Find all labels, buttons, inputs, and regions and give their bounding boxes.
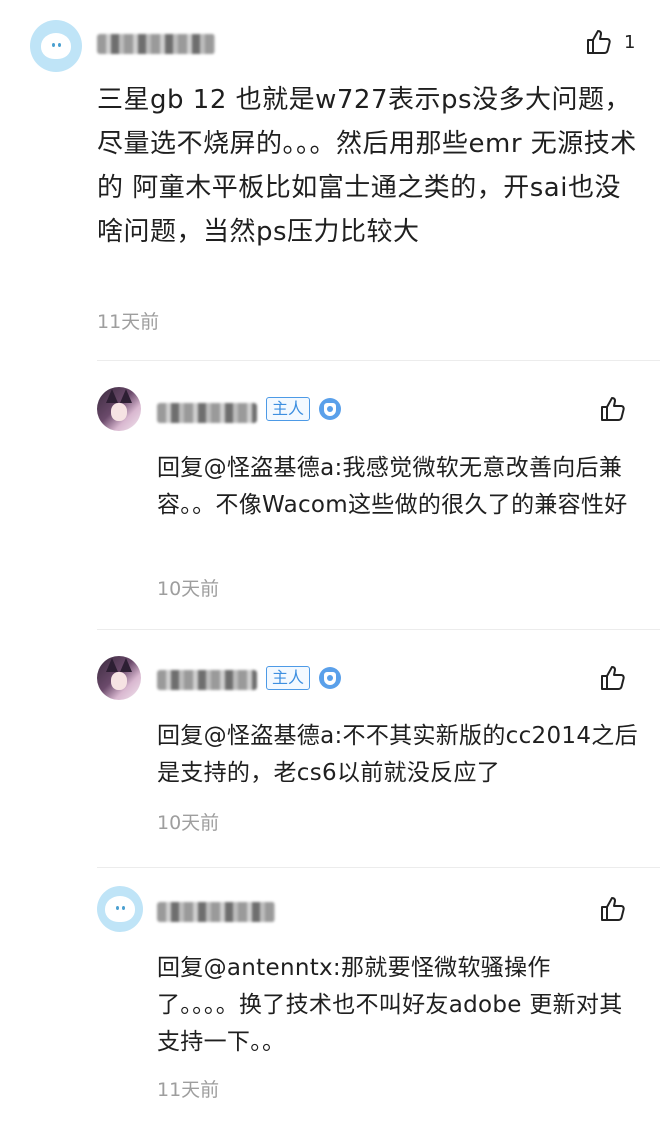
username-blurred[interactable]	[157, 670, 257, 690]
timestamp: 10天前	[157, 812, 220, 834]
like-button[interactable]	[598, 663, 628, 693]
avatar[interactable]	[97, 886, 143, 932]
avatar[interactable]	[97, 656, 141, 700]
reply-text: 回复@antenntx:那就要怪微软骚操作了。。。。换了技术也不叫好友adobe…	[157, 955, 623, 1055]
like-button[interactable]	[598, 394, 628, 424]
username-blurred[interactable]	[157, 902, 275, 922]
verified-shield-icon	[319, 398, 341, 420]
comment-text: 三星gb 12 也就是w727表示ps没多大问题，尽量选不烧屏的。。。然后用那些…	[97, 85, 637, 247]
thumbs-up-icon	[601, 397, 625, 421]
timestamp: 11天前	[97, 311, 160, 333]
verified-shield-icon	[319, 667, 341, 689]
like-count: 1	[624, 31, 636, 53]
timestamp: 10天前	[157, 578, 220, 600]
reply-text: 回复@怪盗基德a:不不其实新版的cc2014之后是支持的，老cs6以前就没反应了	[157, 723, 638, 786]
main-comment: 1 三星gb 12 也就是w727表示ps没多大问题，尽量选不烧屏的。。。然后用…	[0, 0, 660, 360]
bird-face-icon	[105, 896, 135, 922]
bird-face-icon	[41, 33, 71, 59]
host-badge: 主人	[266, 397, 311, 421]
thumbs-up-icon	[601, 897, 625, 921]
reply-text: 回复@怪盗基德a:我感觉微软无意改善向后兼容。。不像Wacom这些做的很久了的兼…	[157, 455, 628, 518]
avatar[interactable]	[97, 387, 141, 431]
thumbs-up-icon	[601, 666, 625, 690]
thumbs-up-icon	[587, 30, 611, 54]
like-button[interactable]: 1	[584, 27, 635, 57]
username-blurred[interactable]	[97, 34, 215, 54]
reply-item: 主人 回复@怪盗基德a:我感觉微软无意改善向后兼容。。不像Wacom这些做的很久…	[0, 361, 660, 629]
reply-item: 回复@antenntx:那就要怪微软骚操作了。。。。换了技术也不叫好友adobe…	[0, 868, 660, 1121]
reply-item: 主人 回复@怪盗基德a:不不其实新版的cc2014之后是支持的，老cs6以前就没…	[0, 630, 660, 868]
like-button[interactable]	[598, 894, 628, 924]
timestamp: 11天前	[157, 1079, 220, 1101]
host-badge: 主人	[266, 666, 311, 690]
avatar[interactable]	[30, 20, 82, 72]
username-blurred[interactable]	[157, 403, 257, 423]
